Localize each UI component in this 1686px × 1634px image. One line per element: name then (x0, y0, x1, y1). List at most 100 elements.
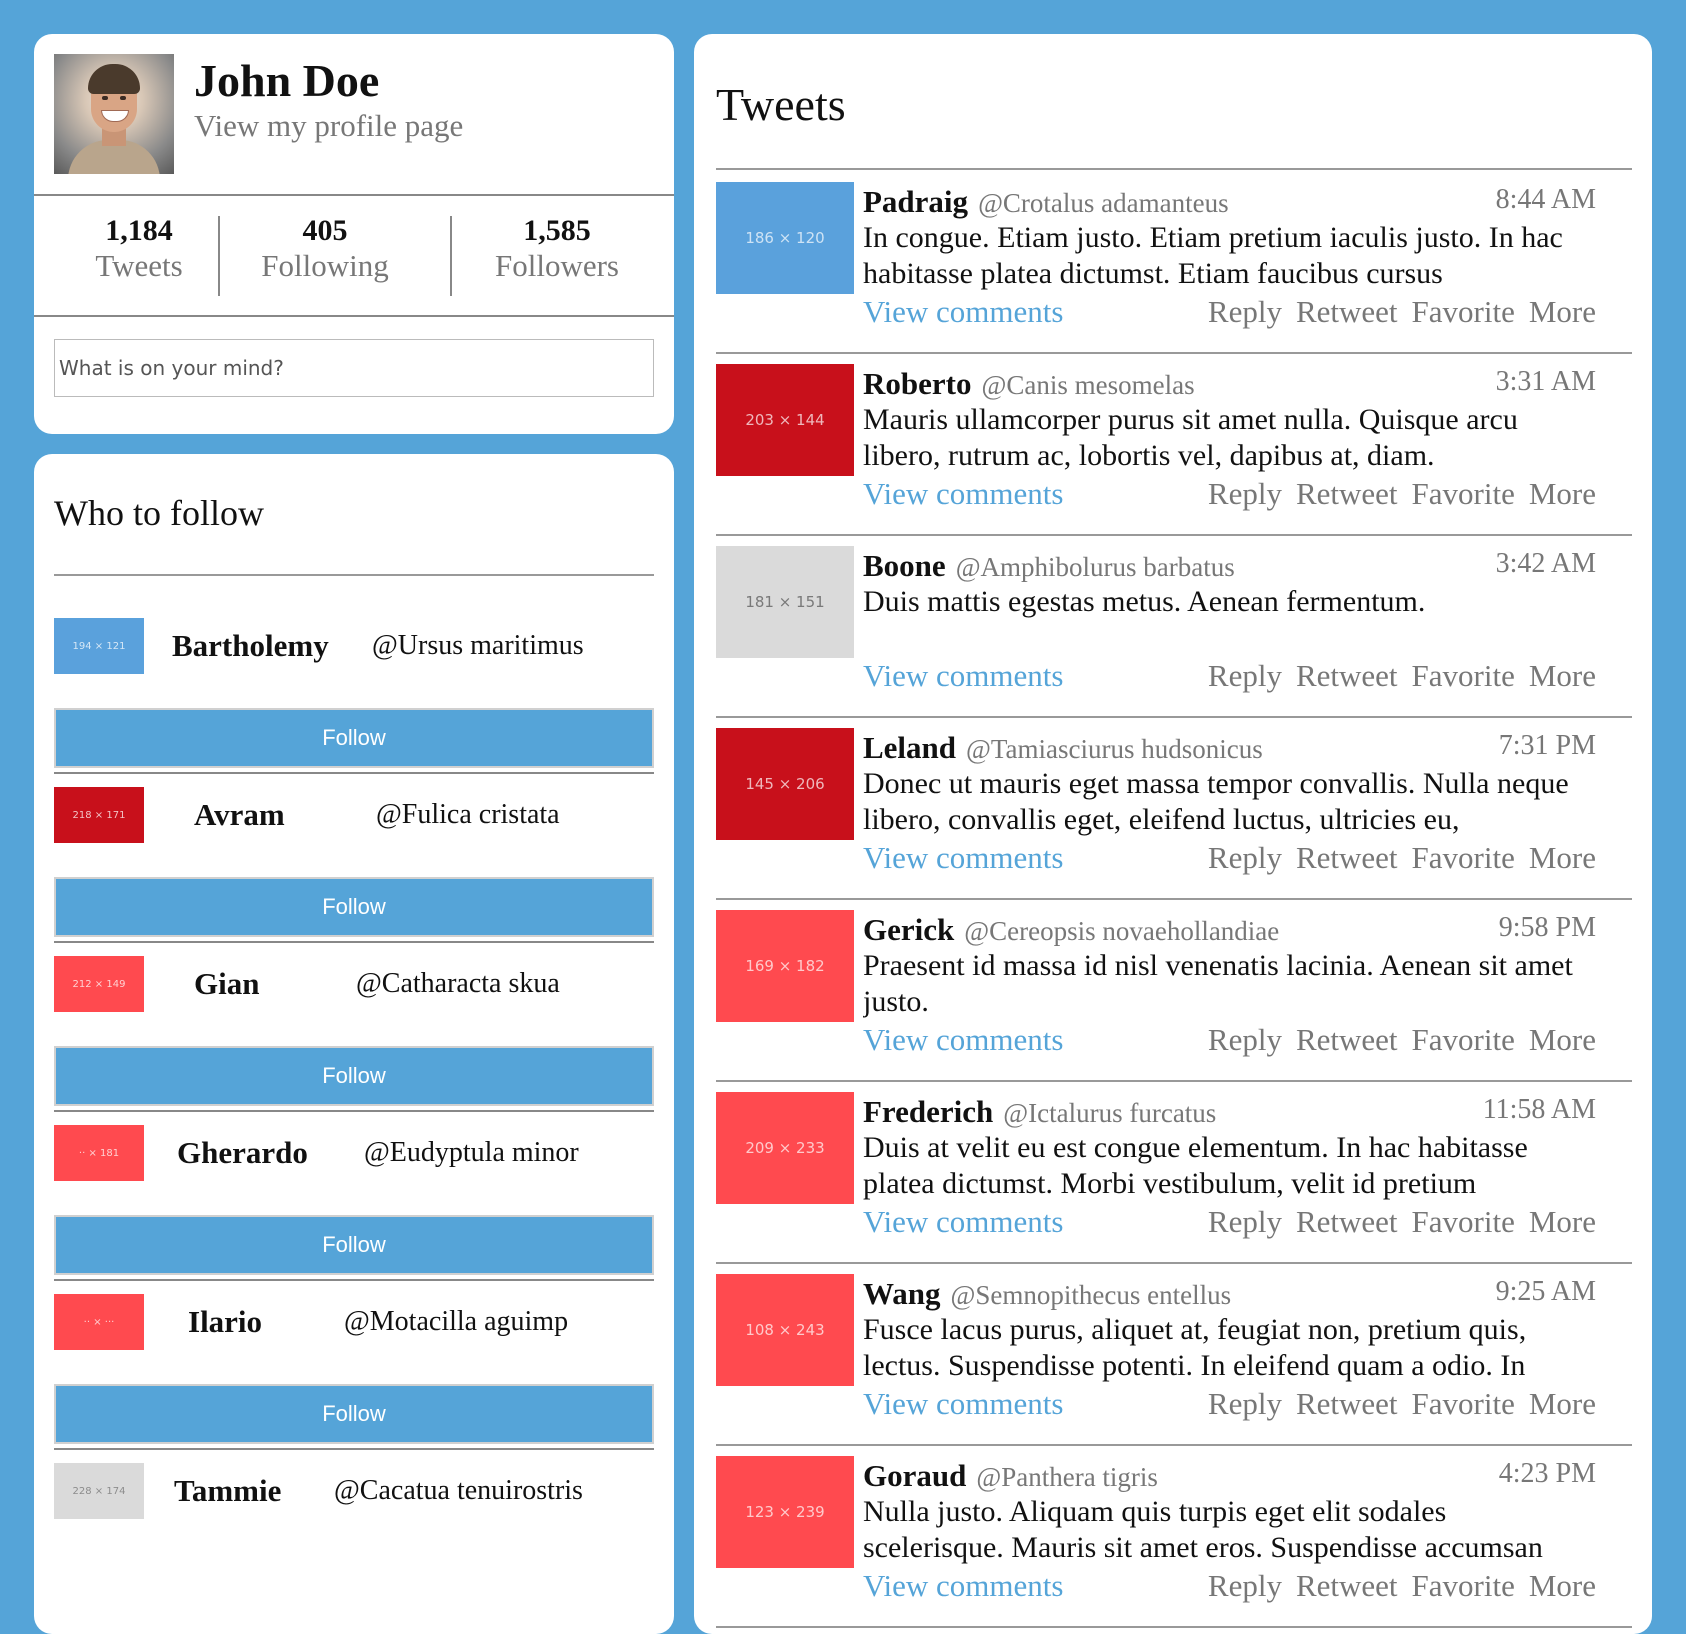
retweet-button[interactable]: Retweet (1296, 294, 1398, 329)
compose-input[interactable] (54, 339, 654, 397)
follow-name[interactable]: Ilario (188, 1304, 262, 1340)
tweet-thumbnail[interactable]: 181 × 151 (716, 546, 854, 658)
more-button[interactable]: More (1529, 1022, 1596, 1057)
tweet-author-name[interactable]: Padraig (863, 184, 968, 219)
view-comments-link[interactable]: View comments (863, 294, 1063, 330)
favorite-button[interactable]: Favorite (1412, 476, 1515, 511)
tweet-author[interactable]: Wang @Semnopithecus entellus (863, 1276, 1231, 1312)
more-button[interactable]: More (1529, 1386, 1596, 1421)
tweet-author-name[interactable]: Frederich (863, 1094, 993, 1129)
favorite-button[interactable]: Favorite (1412, 294, 1515, 329)
tweet-author[interactable]: Padraig @Crotalus adamanteus (863, 184, 1229, 220)
follow-name[interactable]: Gherardo (177, 1135, 308, 1171)
favorite-button[interactable]: Favorite (1412, 1022, 1515, 1057)
follow-name[interactable]: Avram (194, 797, 285, 833)
tweet-author[interactable]: Frederich @Ictalurus furcatus (863, 1094, 1216, 1130)
retweet-button[interactable]: Retweet (1296, 1386, 1398, 1421)
view-comments-link[interactable]: View comments (863, 1386, 1063, 1422)
follow-button[interactable]: Follow (54, 708, 654, 768)
tweet-author[interactable]: Roberto @Canis mesomelas (863, 366, 1195, 402)
reply-button[interactable]: Reply (1208, 1204, 1282, 1239)
follow-button[interactable]: Follow (54, 877, 654, 937)
tweet-author-name[interactable]: Goraud (863, 1458, 966, 1493)
tweet-handle[interactable]: @Cereopsis novaehollandiae (964, 916, 1279, 946)
tweet-author[interactable]: Leland @Tamiasciurus hudsonicus (863, 730, 1263, 766)
view-comments-link[interactable]: View comments (863, 1022, 1063, 1058)
tweet-thumbnail[interactable]: 108 × 243 (716, 1274, 854, 1386)
follow-handle[interactable]: @Catharacta skua (356, 968, 560, 1000)
follow-handle[interactable]: @Fulica cristata (376, 799, 560, 831)
reply-button[interactable]: Reply (1208, 476, 1282, 511)
reply-button[interactable]: Reply (1208, 658, 1282, 693)
more-button[interactable]: More (1529, 294, 1596, 329)
reply-button[interactable]: Reply (1208, 294, 1282, 329)
more-button[interactable]: More (1529, 1204, 1596, 1239)
reply-button[interactable]: Reply (1208, 1386, 1282, 1421)
follow-name[interactable]: Gian (194, 966, 259, 1002)
reply-button[interactable]: Reply (1208, 1568, 1282, 1603)
retweet-button[interactable]: Retweet (1296, 840, 1398, 875)
follow-button[interactable]: Follow (54, 1384, 654, 1444)
tweet-author-name[interactable]: Wang (863, 1276, 941, 1311)
tweet-thumbnail[interactable]: 169 × 182 (716, 910, 854, 1022)
tweet-handle[interactable]: @Crotalus adamanteus (978, 188, 1229, 218)
follow-button[interactable]: Follow (54, 1215, 654, 1275)
tweet-author[interactable]: Goraud @Panthera tigris (863, 1458, 1158, 1494)
reply-button[interactable]: Reply (1208, 840, 1282, 875)
stat-followers[interactable]: 1,585 Followers (452, 214, 662, 284)
follow-name[interactable]: Tammie (174, 1473, 281, 1509)
avatar[interactable] (54, 54, 174, 174)
more-button[interactable]: More (1529, 1568, 1596, 1603)
view-comments-link[interactable]: View comments (863, 476, 1063, 512)
favorite-button[interactable]: Favorite (1412, 658, 1515, 693)
tweet-handle[interactable]: @Ictalurus furcatus (1003, 1098, 1216, 1128)
tweet-handle[interactable]: @Amphibolurus barbatus (956, 552, 1235, 582)
tweet-handle[interactable]: @Panthera tigris (976, 1462, 1158, 1492)
more-button[interactable]: More (1529, 840, 1596, 875)
follow-handle[interactable]: @Motacilla aguimp (344, 1306, 568, 1338)
retweet-button[interactable]: Retweet (1296, 1568, 1398, 1603)
retweet-button[interactable]: Retweet (1296, 1204, 1398, 1239)
follow-name[interactable]: Bartholemy (172, 628, 329, 664)
retweet-button[interactable]: Retweet (1296, 658, 1398, 693)
follow-button[interactable]: Follow (54, 1046, 654, 1106)
reply-button[interactable]: Reply (1208, 1022, 1282, 1057)
tweet-handle[interactable]: @Tamiasciurus hudsonicus (966, 734, 1263, 764)
tweet-author-name[interactable]: Gerick (863, 912, 954, 947)
profile-page-link[interactable]: View my profile page (194, 108, 463, 144)
more-button[interactable]: More (1529, 658, 1596, 693)
more-button[interactable]: More (1529, 476, 1596, 511)
tweet-author[interactable]: Gerick @Cereopsis novaehollandiae (863, 912, 1279, 948)
follow-thumbnail[interactable]: 228 × 174 (54, 1463, 144, 1519)
view-comments-link[interactable]: View comments (863, 1204, 1063, 1240)
tweet-author-name[interactable]: Leland (863, 730, 956, 765)
tweet-thumbnail[interactable]: 123 × 239 (716, 1456, 854, 1568)
retweet-button[interactable]: Retweet (1296, 476, 1398, 511)
favorite-button[interactable]: Favorite (1412, 1386, 1515, 1421)
favorite-button[interactable]: Favorite (1412, 1568, 1515, 1603)
follow-thumbnail[interactable]: ·· × ··· (54, 1294, 144, 1350)
view-comments-link[interactable]: View comments (863, 658, 1063, 694)
follow-thumbnail[interactable]: 212 × 149 (54, 956, 144, 1012)
stat-following[interactable]: 405 Following (220, 214, 430, 284)
follow-thumbnail[interactable]: ·· × 181 (54, 1125, 144, 1181)
follow-handle[interactable]: @Cacatua tenuirostris (334, 1475, 583, 1507)
view-comments-link[interactable]: View comments (863, 840, 1063, 876)
favorite-button[interactable]: Favorite (1412, 840, 1515, 875)
follow-handle[interactable]: @Ursus maritimus (372, 630, 584, 662)
tweet-author-name[interactable]: Roberto (863, 366, 971, 401)
tweet-thumbnail[interactable]: 203 × 144 (716, 364, 854, 476)
view-comments-link[interactable]: View comments (863, 1568, 1063, 1604)
follow-handle[interactable]: @Eudyptula minor (364, 1137, 579, 1169)
favorite-button[interactable]: Favorite (1412, 1204, 1515, 1239)
follow-thumbnail[interactable]: 218 × 171 (54, 787, 144, 843)
follow-thumbnail[interactable]: 194 × 121 (54, 618, 144, 674)
stat-tweets[interactable]: 1,184 Tweets (34, 214, 244, 284)
tweet-author-name[interactable]: Boone (863, 548, 946, 583)
retweet-button[interactable]: Retweet (1296, 1022, 1398, 1057)
tweet-handle[interactable]: @Semnopithecus entellus (951, 1280, 1232, 1310)
tweet-thumbnail[interactable]: 186 × 120 (716, 182, 854, 294)
tweet-author[interactable]: Boone @Amphibolurus barbatus (863, 548, 1235, 584)
tweet-thumbnail[interactable]: 145 × 206 (716, 728, 854, 840)
tweet-handle[interactable]: @Canis mesomelas (981, 370, 1194, 400)
